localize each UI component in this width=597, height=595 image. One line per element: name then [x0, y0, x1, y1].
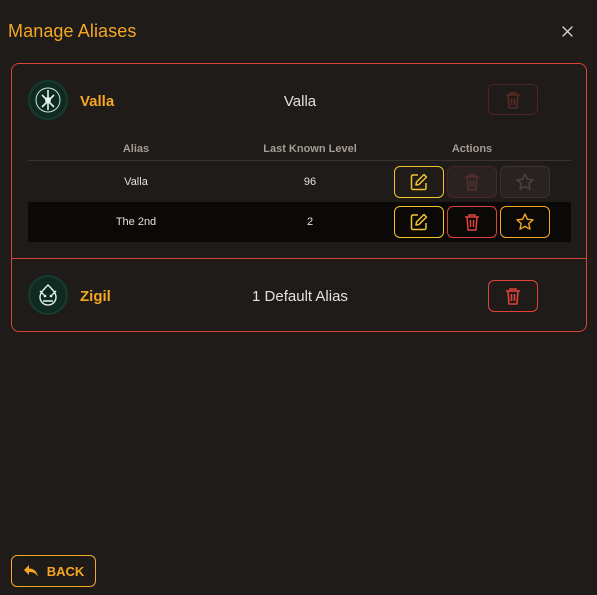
- zigil-portrait-icon: [28, 275, 68, 315]
- delete-character-button[interactable]: [488, 280, 538, 312]
- trash-icon: [465, 214, 479, 231]
- window-title: Manage Aliases: [8, 21, 137, 41]
- trash-icon: [506, 288, 520, 305]
- edit-alias-button[interactable]: [394, 206, 444, 238]
- delete-alias-button[interactable]: [447, 166, 497, 198]
- column-last-known-level: Last Known Level: [263, 143, 357, 155]
- set-default-alias-button[interactable]: [500, 166, 550, 198]
- alias-cell: Valla: [124, 176, 148, 188]
- valla-portrait-icon: [28, 80, 68, 120]
- character-summary: Valla: [283, 93, 317, 110]
- character-divider: [12, 258, 586, 259]
- character-header-valla[interactable]: Valla Valla: [12, 70, 586, 130]
- delete-alias-button[interactable]: [447, 206, 497, 238]
- character-name: Valla: [80, 93, 115, 110]
- column-alias: Alias: [122, 143, 150, 155]
- set-default-alias-button[interactable]: [500, 206, 550, 238]
- edit-alias-button[interactable]: [394, 166, 444, 198]
- close-icon: [561, 25, 573, 37]
- delete-character-button[interactable]: [488, 84, 538, 115]
- level-cell: 96: [303, 176, 317, 188]
- back-arrow-icon: [23, 565, 38, 577]
- character-summary: 1 Default Alias: [252, 288, 348, 305]
- alias-table-header: Alias Last Known Level Actions: [28, 141, 571, 161]
- manage-aliases-window: Manage Aliases Valla Valla Alias Last Kn…: [0, 0, 597, 595]
- back-label: BACK: [46, 563, 85, 579]
- edit-icon: [410, 173, 428, 191]
- edit-icon: [410, 213, 428, 231]
- alias-cell: The 2nd: [115, 216, 157, 228]
- column-actions: Actions: [451, 143, 493, 155]
- star-icon: [516, 213, 534, 230]
- level-cell: 2: [306, 216, 314, 228]
- table-row: The 2nd 2: [28, 202, 571, 242]
- table-row: Valla 96: [28, 162, 571, 202]
- back-button[interactable]: BACK: [11, 555, 96, 587]
- trash-icon: [465, 174, 479, 191]
- character-header-zigil[interactable]: Zigil 1 Default Alias: [12, 266, 586, 326]
- star-icon: [516, 173, 534, 190]
- trash-icon: [506, 91, 520, 109]
- characters-panel: Valla Valla Alias Last Known Level Actio…: [11, 63, 587, 332]
- close-button[interactable]: [558, 22, 576, 40]
- character-name: Zigil: [80, 288, 111, 305]
